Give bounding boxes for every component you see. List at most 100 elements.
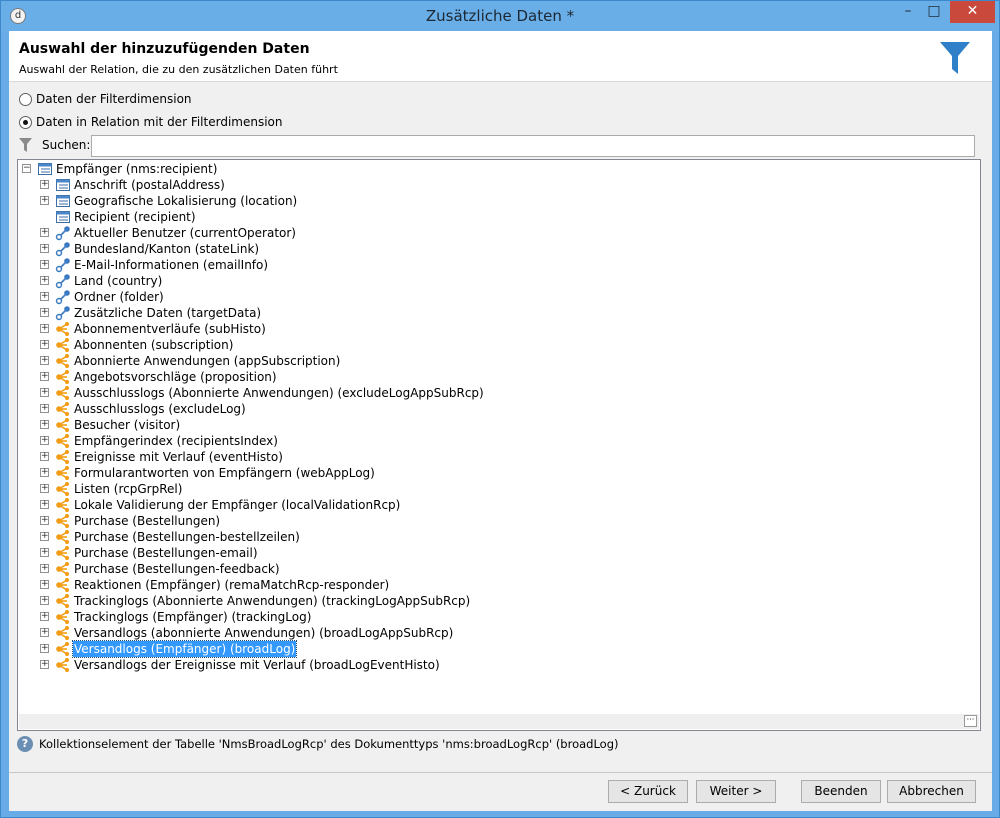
expand-icon[interactable]: + bbox=[40, 196, 49, 205]
tree-node-label[interactable]: Purchase (Bestellungen-feedback) bbox=[73, 561, 281, 577]
expand-icon[interactable]: + bbox=[40, 564, 49, 573]
expand-icon[interactable]: + bbox=[40, 516, 49, 525]
expand-icon[interactable]: + bbox=[40, 308, 49, 317]
close-button[interactable]: ✕ bbox=[950, 1, 995, 23]
funnel-icon bbox=[940, 42, 970, 74]
wizard-header: Auswahl der hinzuzufügenden Daten Auswah… bbox=[9, 31, 992, 82]
collection-icon bbox=[55, 609, 71, 625]
expand-icon[interactable]: + bbox=[40, 180, 49, 189]
expand-icon[interactable]: + bbox=[40, 644, 49, 653]
tree-node-label[interactable]: Besucher (visitor) bbox=[73, 417, 181, 433]
tree-node-label[interactable]: Purchase (Bestellungen-bestellzeilen) bbox=[73, 529, 301, 545]
collection-icon bbox=[55, 449, 71, 465]
tree-node-label[interactable]: Ausschlusslogs (excludeLog) bbox=[73, 401, 247, 417]
tree-node-label[interactable]: Versandlogs der Ereignisse mit Verlauf (… bbox=[73, 657, 441, 673]
collection-icon bbox=[55, 577, 71, 593]
tree-node-label[interactable]: Abonnierte Anwendungen (appSubscription) bbox=[73, 353, 341, 369]
tree-node-label[interactable]: Ausschlusslogs (Abonnierte Anwendungen) … bbox=[73, 385, 485, 401]
more-icon[interactable]: ··· bbox=[964, 715, 977, 727]
expand-icon[interactable]: + bbox=[40, 260, 49, 269]
expand-icon[interactable]: + bbox=[40, 372, 49, 381]
tree-node-label[interactable]: Empfängerindex (recipientsIndex) bbox=[73, 433, 279, 449]
title-bar[interactable]: d Zusätzliche Daten * – □ ✕ bbox=[1, 1, 999, 31]
expand-icon[interactable]: + bbox=[40, 596, 49, 605]
expand-icon[interactable]: + bbox=[40, 292, 49, 301]
radio-label: Daten der Filterdimension bbox=[36, 92, 192, 106]
tree-node-label[interactable]: Angebotsvorschläge (proposition) bbox=[73, 369, 278, 385]
expand-icon[interactable]: + bbox=[40, 436, 49, 445]
expand-icon[interactable]: + bbox=[40, 532, 49, 541]
tree-node-label[interactable]: Recipient (recipient) bbox=[73, 209, 197, 225]
search-input[interactable] bbox=[91, 135, 975, 157]
tree-node-label-selected[interactable]: Versandlogs (Empfänger) (broadLog) bbox=[71, 640, 298, 658]
collection-icon bbox=[55, 529, 71, 545]
finish-button[interactable]: Beenden bbox=[801, 780, 881, 803]
table-icon bbox=[55, 193, 71, 209]
tree-node-label[interactable]: Reaktionen (Empfänger) (remaMatchRcp-res… bbox=[73, 577, 390, 593]
expand-icon[interactable]: + bbox=[40, 484, 49, 493]
collection-icon bbox=[55, 497, 71, 513]
radio-button-checked[interactable] bbox=[19, 115, 32, 129]
collection-icon bbox=[55, 561, 71, 577]
collection-icon bbox=[55, 369, 71, 385]
tree-node-label[interactable]: Land (country) bbox=[73, 273, 163, 289]
expand-icon[interactable]: + bbox=[40, 612, 49, 621]
expand-icon[interactable]: + bbox=[40, 548, 49, 557]
maximize-button[interactable]: □ bbox=[925, 1, 943, 23]
expand-icon[interactable]: + bbox=[40, 276, 49, 285]
expand-icon[interactable]: + bbox=[40, 228, 49, 237]
expand-icon[interactable]: + bbox=[40, 388, 49, 397]
expand-icon[interactable]: + bbox=[40, 244, 49, 253]
tree-node-label[interactable]: Abonnenten (subscription) bbox=[73, 337, 234, 353]
collection-icon bbox=[55, 337, 71, 353]
tree-node-label[interactable]: Geografische Lokalisierung (location) bbox=[73, 193, 298, 209]
next-button[interactable]: Weiter > bbox=[696, 780, 776, 803]
expand-icon[interactable]: + bbox=[40, 420, 49, 429]
radio-label: Daten in Relation mit der Filterdimensio… bbox=[36, 115, 283, 129]
tree-node-label[interactable]: Ereignisse mit Verlauf (eventHisto) bbox=[73, 449, 284, 465]
tree-node-label[interactable]: Purchase (Bestellungen-email) bbox=[73, 545, 259, 561]
tree-node-label[interactable]: Lokale Validierung der Empfänger (localV… bbox=[73, 497, 401, 513]
tree-node-label[interactable]: Listen (rcpGrpRel) bbox=[73, 481, 183, 497]
cancel-button[interactable]: Abbrechen bbox=[887, 780, 976, 803]
table-icon bbox=[55, 209, 71, 225]
tree-node-label[interactable]: E-Mail-Informationen (emailInfo) bbox=[73, 257, 269, 273]
tree-node-label[interactable]: Abonnementverläufe (subHisto) bbox=[73, 321, 267, 337]
tree-node-label[interactable]: Empfänger (nms:recipient) bbox=[55, 161, 218, 177]
tree-node-label[interactable]: Formularantworten von Empfängern (webApp… bbox=[73, 465, 376, 481]
link-icon bbox=[55, 305, 71, 321]
back-button[interactable]: < Zurück bbox=[608, 780, 688, 803]
expand-icon[interactable]: + bbox=[40, 452, 49, 461]
link-icon bbox=[55, 289, 71, 305]
tree-node-label[interactable]: Anschrift (postalAddress) bbox=[73, 177, 226, 193]
expand-icon[interactable]: + bbox=[40, 580, 49, 589]
minimize-button[interactable]: – bbox=[899, 1, 917, 23]
page-subtitle: Auswahl der Relation, die zu den zusätzl… bbox=[19, 63, 338, 76]
tree-node-label[interactable]: Bundesland/Kanton (stateLink) bbox=[73, 241, 260, 257]
tree-node-label[interactable]: Trackinglogs (Empfänger) (trackingLog) bbox=[73, 609, 312, 625]
expand-icon[interactable]: + bbox=[40, 404, 49, 413]
expand-icon[interactable]: + bbox=[40, 628, 49, 637]
expand-icon[interactable]: + bbox=[40, 468, 49, 477]
collection-icon bbox=[55, 513, 71, 529]
tree-node-label[interactable]: Ordner (folder) bbox=[73, 289, 165, 305]
expand-icon[interactable]: + bbox=[40, 660, 49, 669]
radio-button[interactable] bbox=[19, 92, 32, 106]
tree-node-label[interactable]: Zusätzliche Daten (targetData) bbox=[73, 305, 262, 321]
expand-icon[interactable]: + bbox=[40, 340, 49, 349]
collection-icon bbox=[55, 657, 71, 673]
collection-icon bbox=[55, 465, 71, 481]
tree-node-label[interactable]: Versandlogs (abonnierte Anwendungen) (br… bbox=[73, 625, 454, 641]
radio-related-data[interactable]: Daten in Relation mit der Filterdimensio… bbox=[19, 113, 283, 131]
dialog-window: d Zusätzliche Daten * – □ ✕ Auswahl der … bbox=[0, 0, 1000, 818]
expand-icon[interactable]: + bbox=[40, 324, 49, 333]
expand-icon[interactable]: + bbox=[40, 500, 49, 509]
tree-node-label[interactable]: Trackinglogs (Abonnierte Anwendungen) (t… bbox=[73, 593, 471, 609]
tree-node-label[interactable]: Purchase (Bestellungen) bbox=[73, 513, 221, 529]
radio-filter-dimension[interactable]: Daten der Filterdimension bbox=[19, 90, 192, 108]
relation-tree[interactable]: ··· − Empfänger (nms:recipient) + Anschrift… bbox=[17, 159, 981, 731]
link-icon bbox=[55, 257, 71, 273]
expand-icon[interactable]: + bbox=[40, 356, 49, 365]
tree-node-label[interactable]: Aktueller Benutzer (currentOperator) bbox=[73, 225, 297, 241]
collapse-icon[interactable]: − bbox=[22, 164, 31, 173]
